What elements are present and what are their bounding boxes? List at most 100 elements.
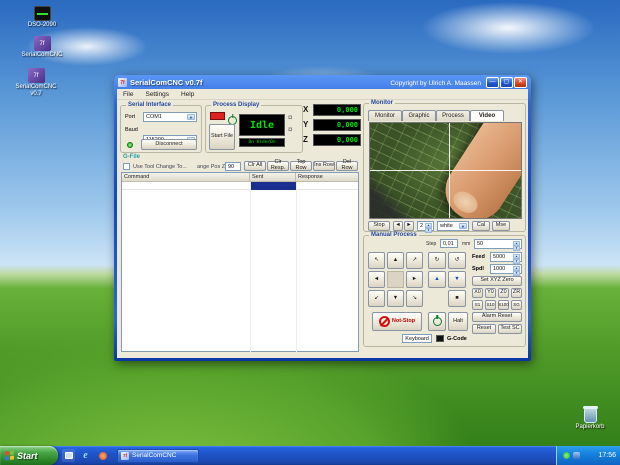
window-client-area: File Settings Help Serial Interface Port… (117, 89, 528, 358)
x-zero-button[interactable]: X0 (472, 288, 483, 298)
column-header-response[interactable]: Response (296, 173, 358, 182)
jog-down-button[interactable]: ▼ (387, 290, 404, 307)
quicklaunch-ie-icon[interactable]: e (79, 449, 92, 462)
spinner-arrows-icon[interactable]: ▲ ▼ (513, 241, 520, 251)
crosshair-color-select[interactable]: white ▼ (437, 221, 469, 231)
spindle-ccw-button[interactable]: ↺ (448, 252, 466, 269)
z-up-button[interactable]: ▲ (428, 271, 446, 288)
table-row[interactable] (122, 182, 358, 190)
set-xyz-zero-button[interactable]: Set XYZ Zero (472, 276, 522, 286)
jog-up-right-button[interactable]: ↗ (406, 252, 423, 269)
minimize-button[interactable]: — (486, 77, 499, 88)
rotate-ccw-icon: ↺ (454, 256, 460, 263)
z-down-button[interactable]: ▼ (448, 271, 466, 288)
desktop-icon-dso[interactable]: DSO-2090 (18, 6, 66, 29)
step-1-button[interactable]: S1 (472, 300, 483, 310)
mouse-button[interactable]: Mse (492, 221, 510, 231)
tab-monitor[interactable]: Monitor (368, 110, 402, 121)
jog-up-button[interactable]: ▲ (387, 252, 404, 269)
port-select[interactable]: COM1 ▼ (143, 112, 197, 122)
calibrate-button[interactable]: Cal (472, 221, 490, 231)
desktop-icon-serialcomcnc[interactable]: 7f SerialComCNC (18, 36, 66, 59)
axis-y-value: 0,000 (313, 119, 361, 131)
step-value-field[interactable]: 0,01 (440, 239, 458, 248)
connection-led-icon (127, 142, 133, 148)
column-header-command[interactable]: Command (122, 173, 250, 182)
zr-button[interactable]: ZR (511, 288, 522, 298)
reset-button[interactable]: Reset (472, 324, 496, 334)
spindle-on-off-button[interactable] (428, 312, 446, 331)
spindle-label: Spdl (472, 266, 484, 272)
spinner-arrows-icon[interactable]: ▲ ▼ (513, 266, 520, 276)
keyboard-toggle[interactable]: Keyboard (402, 334, 432, 343)
spindle-stop-button[interactable]: ■ (448, 290, 466, 307)
clear-response-button[interactable]: Clr Resp. (267, 159, 289, 171)
frame-spinner[interactable]: 2 ▲ ▼ (417, 221, 434, 233)
jog-down-left-button[interactable]: ↙ (368, 290, 385, 307)
change-pos-input[interactable]: 90 (225, 162, 241, 171)
video-feed (369, 122, 522, 219)
oscilloscope-icon (33, 6, 51, 21)
arrow-down-icon: ▼ (454, 275, 460, 282)
halt-button[interactable]: Halt (448, 312, 468, 331)
jog-up-left-button[interactable]: ↖ (368, 252, 385, 269)
serial-interface-group: Serial Interface Port COM1▼ Baud 115200▼… (120, 102, 202, 153)
manual-process-group: Manual Process Step 0,01 mm 50 ▲ ▼ ↖ ▲ ↗ … (363, 232, 526, 347)
step-10-button[interactable]: S10 (485, 300, 496, 310)
video-next-button[interactable]: ► (404, 221, 414, 231)
window-titlebar[interactable]: 7f SerialComCNC v0.7f Copyright by Ulric… (116, 76, 529, 89)
alarm-reset-button[interactable]: Alarm Reset (472, 312, 522, 322)
axis-y-label: Y (303, 120, 309, 129)
start-button[interactable]: Start (0, 446, 58, 465)
jog-left-button[interactable]: ◄ (368, 271, 385, 288)
not-stop-button[interactable]: Not-Stop (372, 312, 422, 331)
column-header-sent[interactable]: Sent (250, 173, 296, 182)
arrow-up-icon: ▲ (392, 256, 399, 263)
spinner-arrows-icon[interactable]: ▲ ▼ (425, 223, 432, 233)
quicklaunch-show-desktop-icon[interactable] (62, 449, 75, 462)
command-table[interactable]: Command Sent Response (121, 172, 359, 352)
close-button[interactable]: ✕ (514, 77, 527, 88)
tray-volume-icon[interactable] (573, 452, 580, 459)
monitor-title: Monitor (369, 100, 395, 106)
jog-down-right-button[interactable]: ↘ (406, 290, 423, 307)
step-100-button[interactable]: S100 (498, 300, 509, 310)
menu-settings[interactable]: Settings (139, 91, 175, 98)
menu-file[interactable]: File (117, 91, 139, 98)
tray-network-icon[interactable] (563, 452, 570, 459)
taskbar-item-serialcomcnc[interactable]: 7f SerialComCNC (117, 448, 199, 463)
spinner-arrows-icon[interactable]: ▲ ▼ (513, 254, 520, 264)
z-zero-button[interactable]: Z0 (498, 288, 509, 298)
range-spinner[interactable]: 50 ▲ ▼ (474, 239, 522, 251)
tab-video[interactable]: Video (470, 110, 504, 121)
tab-graphic[interactable]: Graphic (402, 110, 436, 121)
disconnect-button[interactable]: Disconnect (141, 139, 197, 150)
video-stop-button[interactable]: Stop (368, 221, 390, 231)
tab-process[interactable]: Process (436, 110, 470, 121)
start-file-button[interactable]: Start File (209, 124, 235, 150)
top-row-button[interactable]: Top Row (290, 159, 312, 171)
menu-help[interactable]: Help (175, 91, 200, 98)
delete-row-button[interactable]: Del Row (336, 159, 358, 171)
y-zero-button[interactable]: Y0 (485, 288, 496, 298)
video-prev-button[interactable]: ◄ (393, 221, 403, 231)
quicklaunch-media-icon[interactable] (96, 449, 109, 462)
step-g-button[interactable]: SG (511, 300, 522, 310)
desktop-icon-serialcomcnc-v07[interactable]: 7f SerialComCNC v0.7 (12, 68, 60, 98)
feed-input[interactable]: 5000 ▲ ▼ (490, 252, 522, 264)
test-sc-button[interactable]: Test SC (498, 324, 522, 334)
spindle-cw-button[interactable]: ↻ (428, 252, 446, 269)
recycle-bin[interactable]: Papierkorb (566, 406, 614, 431)
system-tray: 17:56 (556, 446, 620, 465)
change-pos-label: ange Pos Z (197, 164, 226, 170)
tool-change-checkbox[interactable] (123, 163, 130, 170)
step-label: Step (426, 241, 437, 247)
arrow-down-icon: ▼ (392, 294, 399, 301)
maximize-button[interactable]: ▢ (500, 77, 513, 88)
window-content: Serial Interface Port COM1▼ Baud 115200▼… (117, 100, 528, 358)
selected-cell[interactable] (250, 182, 296, 190)
spindle-input[interactable]: 1000 ▲ ▼ (490, 264, 522, 276)
clear-all-button[interactable]: Clr All (244, 161, 266, 171)
jog-right-button[interactable]: ► (406, 271, 423, 288)
insert-row-button[interactable]: Ins Row (313, 161, 335, 171)
